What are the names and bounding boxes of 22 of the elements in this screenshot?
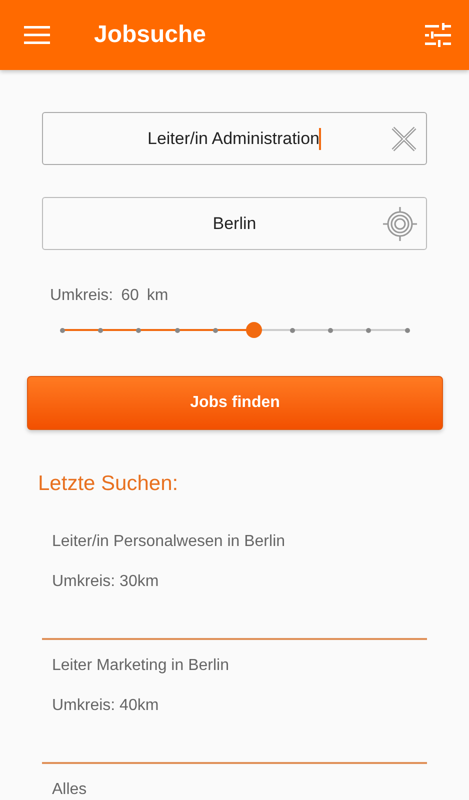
location-field[interactable]: Berlin <box>42 197 427 250</box>
search-query: Leiter/in Personalwesen in Berlin <box>52 532 286 552</box>
recent-search-item[interactable]: Alles <box>0 764 469 800</box>
radius-unit: km <box>146 286 168 306</box>
search-radius: Umkreis: 40km <box>52 696 160 716</box>
search-query: Leiter Marketing in Berlin <box>52 656 230 676</box>
recent-search-item[interactable]: Leiter/in Personalwesen in Berlin Umkreis: 30km <box>0 530 469 638</box>
search-radius: Umkreis: 30km <box>52 572 160 592</box>
clear-icon[interactable] <box>390 124 418 152</box>
search-query: Alles <box>52 780 88 800</box>
slider-thumb[interactable] <box>246 322 262 338</box>
job-title-field[interactable]: Leiter/in Administration <box>42 112 427 165</box>
app-title: Jobsuche <box>94 20 206 50</box>
radius-value: 60 <box>121 286 139 306</box>
recent-search-item[interactable]: Leiter Marketing in Berlin Umkreis: 40km <box>0 640 469 762</box>
radius-label: Umkreis: <box>50 286 114 306</box>
find-jobs-button[interactable]: Jobs finden <box>27 376 443 430</box>
menu-icon[interactable] <box>24 26 50 44</box>
radius-slider[interactable] <box>62 320 407 340</box>
locate-icon[interactable] <box>382 206 418 242</box>
filter-settings-icon[interactable] <box>425 23 451 47</box>
section-heading: Letzte Suchen: <box>37 471 180 497</box>
